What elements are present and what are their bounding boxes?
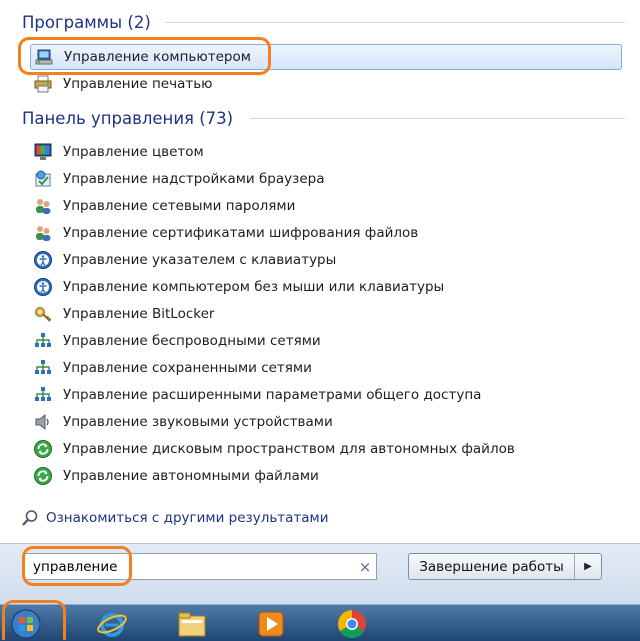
start-orb-icon[interactable] [10,608,42,640]
internet-explorer-icon[interactable] [96,608,128,640]
cp-item-file-encryption-certs[interactable]: Управление сертификатами шифрования файл… [33,221,418,245]
cp-item-label: Управление беспроводными сетями [63,333,321,349]
clear-search-icon[interactable]: × [354,558,376,576]
programs-header-divider [0,11,640,33]
cp-item-label: Управление цветом [63,144,204,160]
cp-item-label: Управление компьютером без мыши или клав… [63,279,445,295]
cp-item-network-passwords[interactable]: Управление сетевыми паролями [33,194,295,218]
cp-item-label: Управление сохраненными сетями [63,360,312,376]
users-icon [36,199,51,214]
cp-item-label: Управление указателем с клавиатуры [63,252,337,268]
cp-item-offline-disk-space[interactable]: Управление дисковым пространством для ав… [33,437,515,461]
shutdown-button-group: Завершение работы ▶ [408,553,602,580]
cp-item-saved-networks[interactable]: Управление сохраненными сетями [33,356,312,380]
browser-addons-icon [35,170,51,187]
users-icon [36,226,51,241]
cp-item-bitlocker[interactable]: Управление BitLocker [33,302,214,326]
ease-of-access-icon [34,278,52,296]
cp-item-wireless-networks[interactable]: Управление беспроводными сетями [33,329,321,353]
cp-item-label: Управление звуковыми устройствами [63,414,333,430]
shutdown-button[interactable]: Завершение работы [409,554,574,579]
cp-item-browser-addons[interactable]: Управление надстройками браузера [33,167,324,191]
cp-item-advanced-sharing[interactable]: Управление расширенными параметрами обще… [33,383,481,407]
cp-item-label: Управление расширенными параметрами обще… [63,387,482,403]
sync-icon [34,440,52,458]
cp-item-label: Управление дисковым пространством для ав… [63,441,515,457]
sync-icon [34,467,52,485]
cp-item-label: Управление надстройками браузера [63,171,325,187]
cp-item-offline-files[interactable]: Управление автономными файлами [33,464,319,488]
cp-item-color-management[interactable]: Управление цветом [33,140,204,164]
search-input[interactable]: управление × [24,553,377,580]
search-icon [22,510,38,526]
monitor-color-icon [34,143,52,160]
see-more-results-label: Ознакомиться с другими результатами [46,510,329,526]
network-icon [35,333,51,347]
speaker-icon [35,413,49,431]
start-menu-results-panel: Программы (2) Управление компьютером Упр… [0,0,640,604]
see-more-results-link[interactable]: Ознакомиться с другими результатами [20,506,329,530]
cp-item-label: Управление автономными файлами [63,468,319,484]
program-item-label: Управление печатью [63,76,213,92]
cp-item-label: Управление BitLocker [63,306,215,322]
cp-item-label: Управление сетевыми паролями [63,198,296,214]
printer-icon [34,75,52,93]
search-input-value: управление [33,558,118,575]
cp-item-no-mouse-keyboard[interactable]: Управление компьютером без мыши или клав… [33,275,444,299]
network-icon [35,360,51,374]
computer-management-icon [35,49,53,65]
file-explorer-icon[interactable] [176,608,208,640]
shutdown-label: Завершение работы [419,558,564,575]
control-panel-header-divider [0,107,640,129]
cp-item-mouse-keys[interactable]: Управление указателем с клавиатуры [33,248,336,272]
cp-item-label: Управление сертификатами шифрования файл… [63,225,419,241]
media-player-icon[interactable] [255,608,287,640]
program-item-label: Управление компьютером [64,49,251,65]
ease-of-access-icon [34,251,52,269]
network-icon [35,387,51,401]
program-item-print-management[interactable]: Управление печатью [33,72,213,96]
chrome-icon[interactable] [336,608,368,640]
cp-item-audio-devices[interactable]: Управление звуковыми устройствами [33,410,333,434]
program-item-computer-management[interactable]: Управление компьютером [30,44,622,70]
shutdown-options-arrow-icon[interactable]: ▶ [574,554,601,579]
bitlocker-key-icon [35,307,52,322]
